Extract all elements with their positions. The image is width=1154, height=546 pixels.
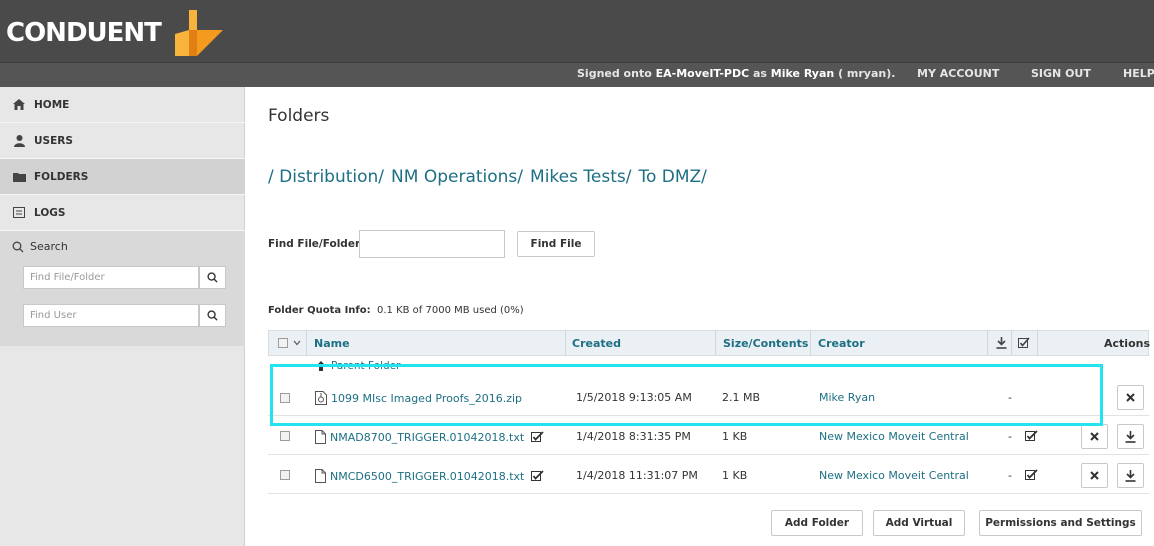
download-button[interactable] (1117, 424, 1144, 449)
page-title: Folders (268, 106, 330, 126)
column-creator[interactable]: Creator (818, 337, 865, 350)
checkmark-box-icon (1025, 469, 1038, 480)
logo-mark-icon (174, 10, 223, 56)
sidebar-search-panel: Search Find File/Folder Find User (0, 231, 245, 346)
select-all-checkbox[interactable] (278, 338, 288, 348)
file-size: 2.1 MB (722, 391, 761, 404)
creator-link[interactable]: New Mexico Moveit Central (819, 469, 969, 482)
checkmark-box-icon (530, 470, 544, 481)
file-name-link[interactable]: NMAD8700_TRIGGER.01042018.txt (315, 430, 544, 444)
parent-folder-label: Parent Folder (331, 360, 401, 372)
top-header: CONDUENT (0, 0, 1154, 62)
sidebar-item-logs[interactable]: LOGS (0, 195, 245, 231)
folder-quota-info: Folder Quota Info: 0.1 KB of 7000 MB use… (268, 305, 524, 316)
folder-icon (12, 171, 26, 183)
column-name[interactable]: Name (314, 337, 350, 350)
table-row[interactable]: 1099 MIsc Imaged Proofs_2016.zip 1/5/201… (268, 379, 1149, 416)
search-icon (207, 310, 218, 321)
close-icon (1090, 471, 1099, 480)
created-date: 1/4/2018 11:31:07 PM (576, 469, 698, 482)
created-date: 1/5/2018 9:13:05 AM (576, 391, 692, 404)
delete-button[interactable] (1081, 424, 1108, 449)
sidebar: HOME USERS FOLDERS LOGS Search Find File… (0, 87, 245, 546)
list-icon (12, 207, 26, 219)
zip-file-icon (315, 391, 327, 405)
close-icon (1126, 393, 1135, 402)
column-actions: Actions (1104, 337, 1150, 350)
file-size: 1 KB (722, 430, 748, 443)
sidebar-item-label: LOGS (34, 206, 66, 219)
delete-button[interactable] (1117, 385, 1144, 410)
file-name-link[interactable]: 1099 MIsc Imaged Proofs_2016.zip (315, 391, 522, 405)
file-name-link[interactable]: NMCD6500_TRIGGER.01042018.txt (315, 469, 544, 483)
sidebar-item-users[interactable]: USERS (0, 123, 245, 159)
search-heading: Search (12, 240, 68, 253)
add-virtual-button[interactable]: Add Virtual (873, 510, 965, 536)
conduent-logo[interactable]: CONDUENT (6, 8, 225, 58)
signed-on-text: Signed onto EA-MoveIT-PDC as Mike Ryan (… (577, 67, 896, 80)
row-checkbox[interactable] (280, 470, 290, 480)
logo-text: CONDUENT (6, 18, 162, 48)
find-user-sidebar-input[interactable]: Find User (23, 304, 199, 327)
breadcrumb-to-dmz[interactable]: To DMZ/ (638, 167, 706, 187)
download-button[interactable] (1117, 463, 1144, 488)
download-status: - (1008, 391, 1012, 404)
sidebar-item-home[interactable]: HOME (0, 87, 245, 123)
add-folder-button[interactable]: Add Folder (771, 510, 863, 536)
search-label: Search (30, 240, 68, 253)
user-icon (12, 134, 26, 147)
find-file-sidebar-input[interactable]: Find File/Folder (23, 266, 199, 289)
find-file-input[interactable] (359, 230, 505, 258)
delete-button[interactable] (1081, 463, 1108, 488)
breadcrumb-nm-operations[interactable]: NM Operations/ (391, 167, 523, 187)
sidebar-item-label: HOME (34, 98, 70, 111)
search-icon (207, 272, 218, 283)
breadcrumb: / Distribution/NM Operations/Mikes Tests… (268, 167, 714, 187)
home-icon (12, 99, 26, 111)
row-checkbox[interactable] (280, 393, 290, 403)
sign-out-link[interactable]: SIGN OUT (1031, 67, 1091, 80)
help-link[interactable]: HELP (1123, 67, 1154, 80)
download-status: - (1008, 469, 1012, 482)
creator-link[interactable]: Mike Ryan (819, 391, 875, 404)
arrow-up-icon (316, 361, 326, 371)
creator-link[interactable]: New Mexico Moveit Central (819, 430, 969, 443)
file-size: 1 KB (722, 469, 748, 482)
my-account-link[interactable]: MY ACCOUNT (917, 67, 999, 80)
checkmark-box-icon (1025, 430, 1038, 441)
column-created[interactable]: Created (572, 337, 621, 350)
breadcrumb-distribution[interactable]: / Distribution/ (268, 167, 384, 187)
table-row[interactable]: NMAD8700_TRIGGER.01042018.txt 1/4/2018 8… (268, 418, 1149, 455)
breadcrumb-mikes-tests[interactable]: Mikes Tests/ (530, 167, 631, 187)
download-icon (1125, 430, 1136, 443)
find-file-button[interactable]: Find File (517, 231, 595, 257)
file-icon (315, 430, 326, 444)
created-date: 1/4/2018 8:31:35 PM (576, 430, 691, 443)
download-icon (1125, 469, 1136, 482)
download-icon (996, 337, 1007, 349)
search-icon (12, 241, 24, 252)
find-file-label: Find File/Folder: (268, 238, 365, 250)
table-row[interactable]: NMCD6500_TRIGGER.01042018.txt 1/4/2018 1… (268, 457, 1149, 494)
download-status: - (1008, 430, 1012, 443)
chevron-down-icon[interactable] (293, 340, 301, 346)
parent-folder-link[interactable]: Parent Folder (316, 360, 400, 372)
nav-bar: Signed onto EA-MoveIT-PDC as Mike Ryan (… (0, 62, 1154, 87)
checkmark-box-icon (530, 431, 544, 442)
find-user-search-button[interactable] (199, 304, 226, 327)
file-icon (315, 469, 326, 483)
permissions-settings-button[interactable]: Permissions and Settings (979, 510, 1142, 536)
sidebar-item-label: USERS (34, 134, 73, 147)
checkmark-box-icon (1018, 337, 1030, 348)
file-table-header: Name Created Size/Contents Creator Actio… (268, 330, 1150, 356)
column-size[interactable]: Size/Contents (723, 337, 808, 350)
close-icon (1090, 432, 1099, 441)
sidebar-item-folders[interactable]: FOLDERS (0, 159, 245, 195)
row-checkbox[interactable] (280, 431, 290, 441)
sidebar-item-label: FOLDERS (34, 170, 89, 183)
find-file-search-button[interactable] (199, 266, 226, 289)
